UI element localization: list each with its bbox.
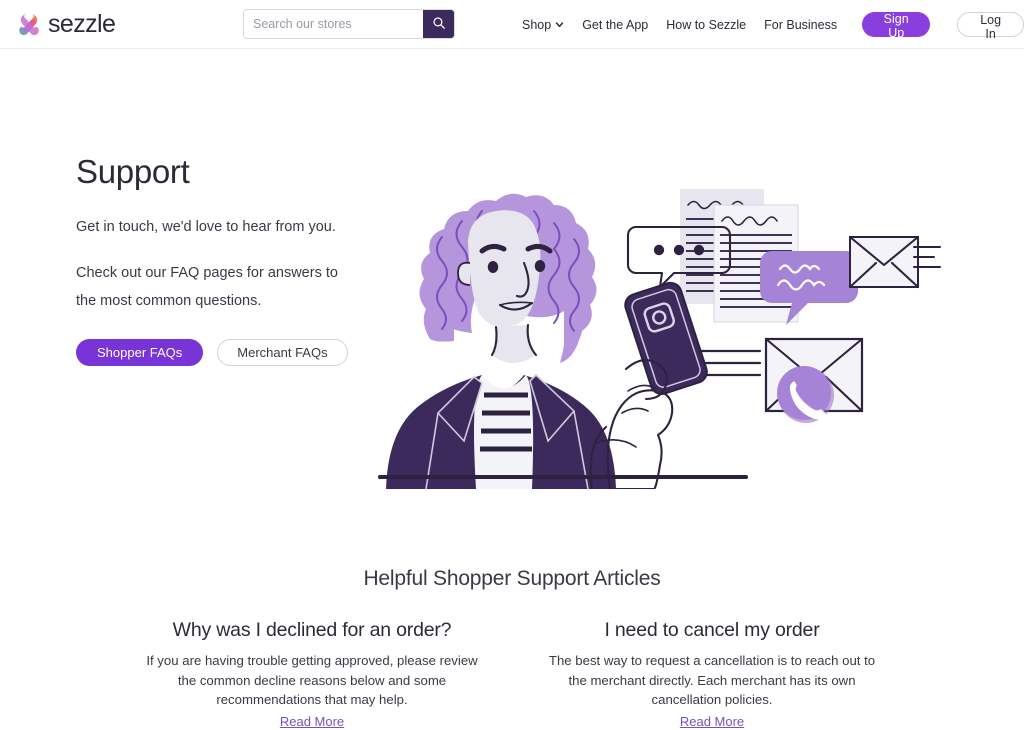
article-card-body: If you are having trouble getting approv…: [146, 653, 478, 707]
logo-wordmark: sezzle: [48, 9, 116, 38]
logo-link[interactable]: sezzle: [16, 9, 116, 39]
article-card[interactable]: Why was I declined for an order? If you …: [138, 619, 486, 730]
search-input[interactable]: [244, 10, 423, 38]
main-nav: Shop Get the App How to Sezzle For Busin…: [522, 0, 1024, 49]
hero-paragraph-2: Check out our FAQ pages for answers to t…: [76, 265, 338, 309]
nav-item-shop-label: Shop: [522, 17, 552, 32]
article-card-title: Why was I declined for an order?: [172, 619, 452, 641]
nav-item-shop[interactable]: Shop: [522, 18, 564, 32]
person-torso: [386, 373, 616, 490]
nav-item-get-the-app[interactable]: Get the App: [582, 18, 648, 32]
log-in-button[interactable]: Log In: [957, 12, 1024, 41]
nav-item-get-the-app-label: Get the App: [582, 17, 649, 32]
articles-section-title: Helpful Shopper Support Articles: [363, 567, 661, 590]
hero-section: Support Get in touch, we'd love to hear …: [0, 49, 1024, 499]
nav-item-how-to-sezzle-label: How to Sezzle: [666, 17, 747, 32]
article-card-body: The best way to request a cancellation i…: [548, 653, 876, 707]
merchant-faqs-button[interactable]: Merchant FAQs: [217, 339, 348, 366]
hero-paragraph-1: Get in touch, we'd love to hear from you…: [76, 219, 336, 235]
search-box[interactable]: [243, 9, 455, 39]
search-button[interactable]: [423, 10, 454, 38]
site-header: sezzle Shop Get the App How to: [0, 0, 1024, 49]
hero-copy: Support Get in touch, we'd love to hear …: [76, 153, 376, 366]
read-more-link[interactable]: Read More: [680, 714, 744, 729]
nav-item-for-business[interactable]: For Business: [764, 18, 837, 32]
search-icon: [432, 16, 446, 33]
person-hand-with-phone: [589, 281, 708, 491]
shopper-faqs-button[interactable]: Shopper FAQs: [76, 339, 204, 366]
hero-button-group: Shopper FAQs Merchant FAQs: [76, 339, 376, 366]
read-more-link[interactable]: Read More: [280, 714, 344, 729]
chevron-down-icon: [555, 20, 564, 29]
envelope-small: [848, 235, 941, 289]
article-card[interactable]: I need to cancel my order The best way t…: [538, 619, 886, 730]
article-card-title: I need to cancel my order: [604, 619, 820, 641]
nav-item-for-business-label: For Business: [764, 17, 838, 32]
hero-illustration: .ink { fill:none; stroke:#2d2340; stroke…: [378, 177, 948, 491]
page-title: Support: [76, 153, 190, 190]
sezzle-logo-icon: [16, 11, 42, 37]
sign-up-button[interactable]: Sign Up: [862, 12, 931, 40]
nav-item-how-to-sezzle[interactable]: How to Sezzle: [666, 18, 746, 32]
articles-carousel: Why was I declined for an order? If you …: [0, 619, 1024, 730]
support-articles-section: Helpful Shopper Support Articles Why was…: [0, 499, 1024, 730]
